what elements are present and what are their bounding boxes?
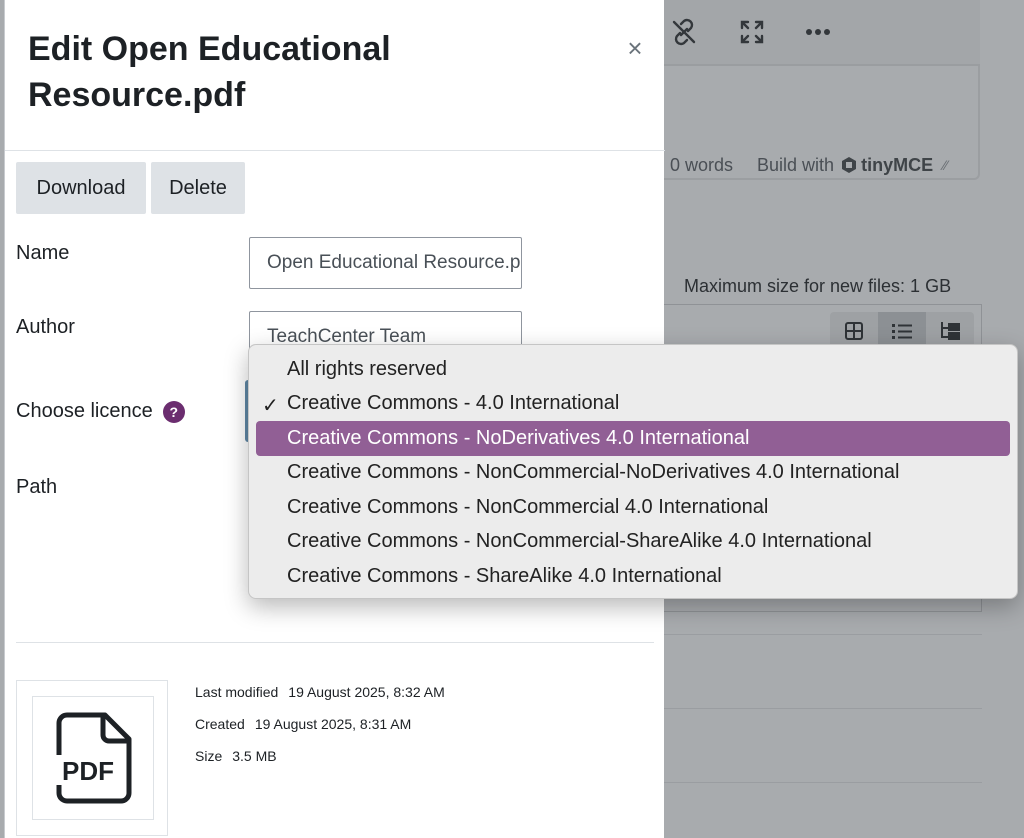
bg-divider [664,634,982,635]
size-row: Size 3.5 MB [195,748,277,764]
licence-option-label: Creative Commons - 4.0 International [287,392,620,415]
editor-toolbar [664,0,980,66]
word-count: 0 words [670,154,734,175]
licence-label: Choose licence [16,400,153,422]
file-thumbnail-inner: PDF [32,696,154,820]
name-label: Name [16,242,70,264]
licence-option-label: All rights reserved [287,357,448,380]
editor-statusbar: 0 words Build with tinyMCE ⁄⁄ [670,152,978,178]
delete-button[interactable]: Delete [151,162,245,214]
tinymce-brand: tinyMCE [861,154,934,175]
licence-option-label: Creative Commons - NonCommercial 4.0 Int… [287,495,769,518]
modal-divider [16,642,654,643]
close-icon[interactable]: × [621,33,649,63]
tinymce-icon [842,157,857,173]
licence-option-label: Creative Commons - NonCommercial-ShareAl… [287,530,872,553]
licence-dropdown: All rights reserved ✓ Creative Commons - 4… [248,344,1018,599]
pdf-icon-text: PDF [62,756,114,786]
resize-handle-icon[interactable]: ⁄⁄ [943,157,948,173]
bg-divider [664,782,982,783]
licence-option[interactable]: Creative Commons - NonCommercial 4.0 Int… [256,490,1010,525]
max-size-info: Maximum size for new files: 1 GB [684,276,952,296]
licence-option-label: Creative Commons - NoDerivatives 4.0 Int… [287,426,750,449]
size-value: 3.5 MB [232,748,277,764]
more-options-icon[interactable] [802,16,834,48]
size-label: Size [195,748,223,764]
bg-divider [664,708,982,709]
licence-option-label: Creative Commons - NonCommercial-NoDeriv… [287,461,900,484]
last-modified-row: Last modified 19 August 2025, 8:32 AM [195,684,445,700]
modal-title: Edit Open Educational Resource.pdf [28,30,391,114]
created-label: Created [195,716,245,732]
licence-option[interactable]: Creative Commons - ShareAlike 4.0 Intern… [256,559,1010,594]
build-with: Build with tinyMCE ⁄⁄ [757,155,948,176]
licence-option-label: Creative Commons - ShareAlike 4.0 Intern… [287,564,722,587]
licence-option[interactable]: Creative Commons - NonCommercial-NoDeriv… [256,456,1010,491]
licence-option[interactable]: Creative Commons - NonCommercial-ShareAl… [256,525,1010,560]
tinymce-logo[interactable]: tinyMCE [840,155,933,176]
fullscreen-icon[interactable] [736,16,768,48]
author-label: Author [16,316,75,338]
checkmark-icon: ✓ [262,394,279,417]
last-modified-label: Last modified [195,684,279,700]
licence-option[interactable]: Creative Commons - NoDerivatives 4.0 Int… [256,421,1010,456]
download-button[interactable]: Download [16,162,146,214]
licence-label-row: Choose licence ? [16,400,185,423]
help-icon[interactable]: ? [162,400,185,423]
build-with-label: Build with [757,154,835,175]
path-label: Path [16,476,58,498]
licence-option[interactable]: ✓ Creative Commons - 4.0 International [256,387,1010,422]
unlink-icon[interactable] [668,16,700,48]
created-row: Created 19 August 2025, 8:31 AM [195,716,411,732]
last-modified-value: 19 August 2025, 8:32 AM [288,684,445,700]
created-value: 19 August 2025, 8:31 AM [254,716,412,732]
name-input[interactable]: Open Educational Resource.pdf [249,237,522,289]
file-thumbnail: PDF [16,680,168,836]
pdf-file-icon: PDF [53,712,132,804]
licence-option[interactable]: All rights reserved [256,352,1010,387]
modal-header: Edit Open Educational Resource.pdf × [5,0,665,151]
